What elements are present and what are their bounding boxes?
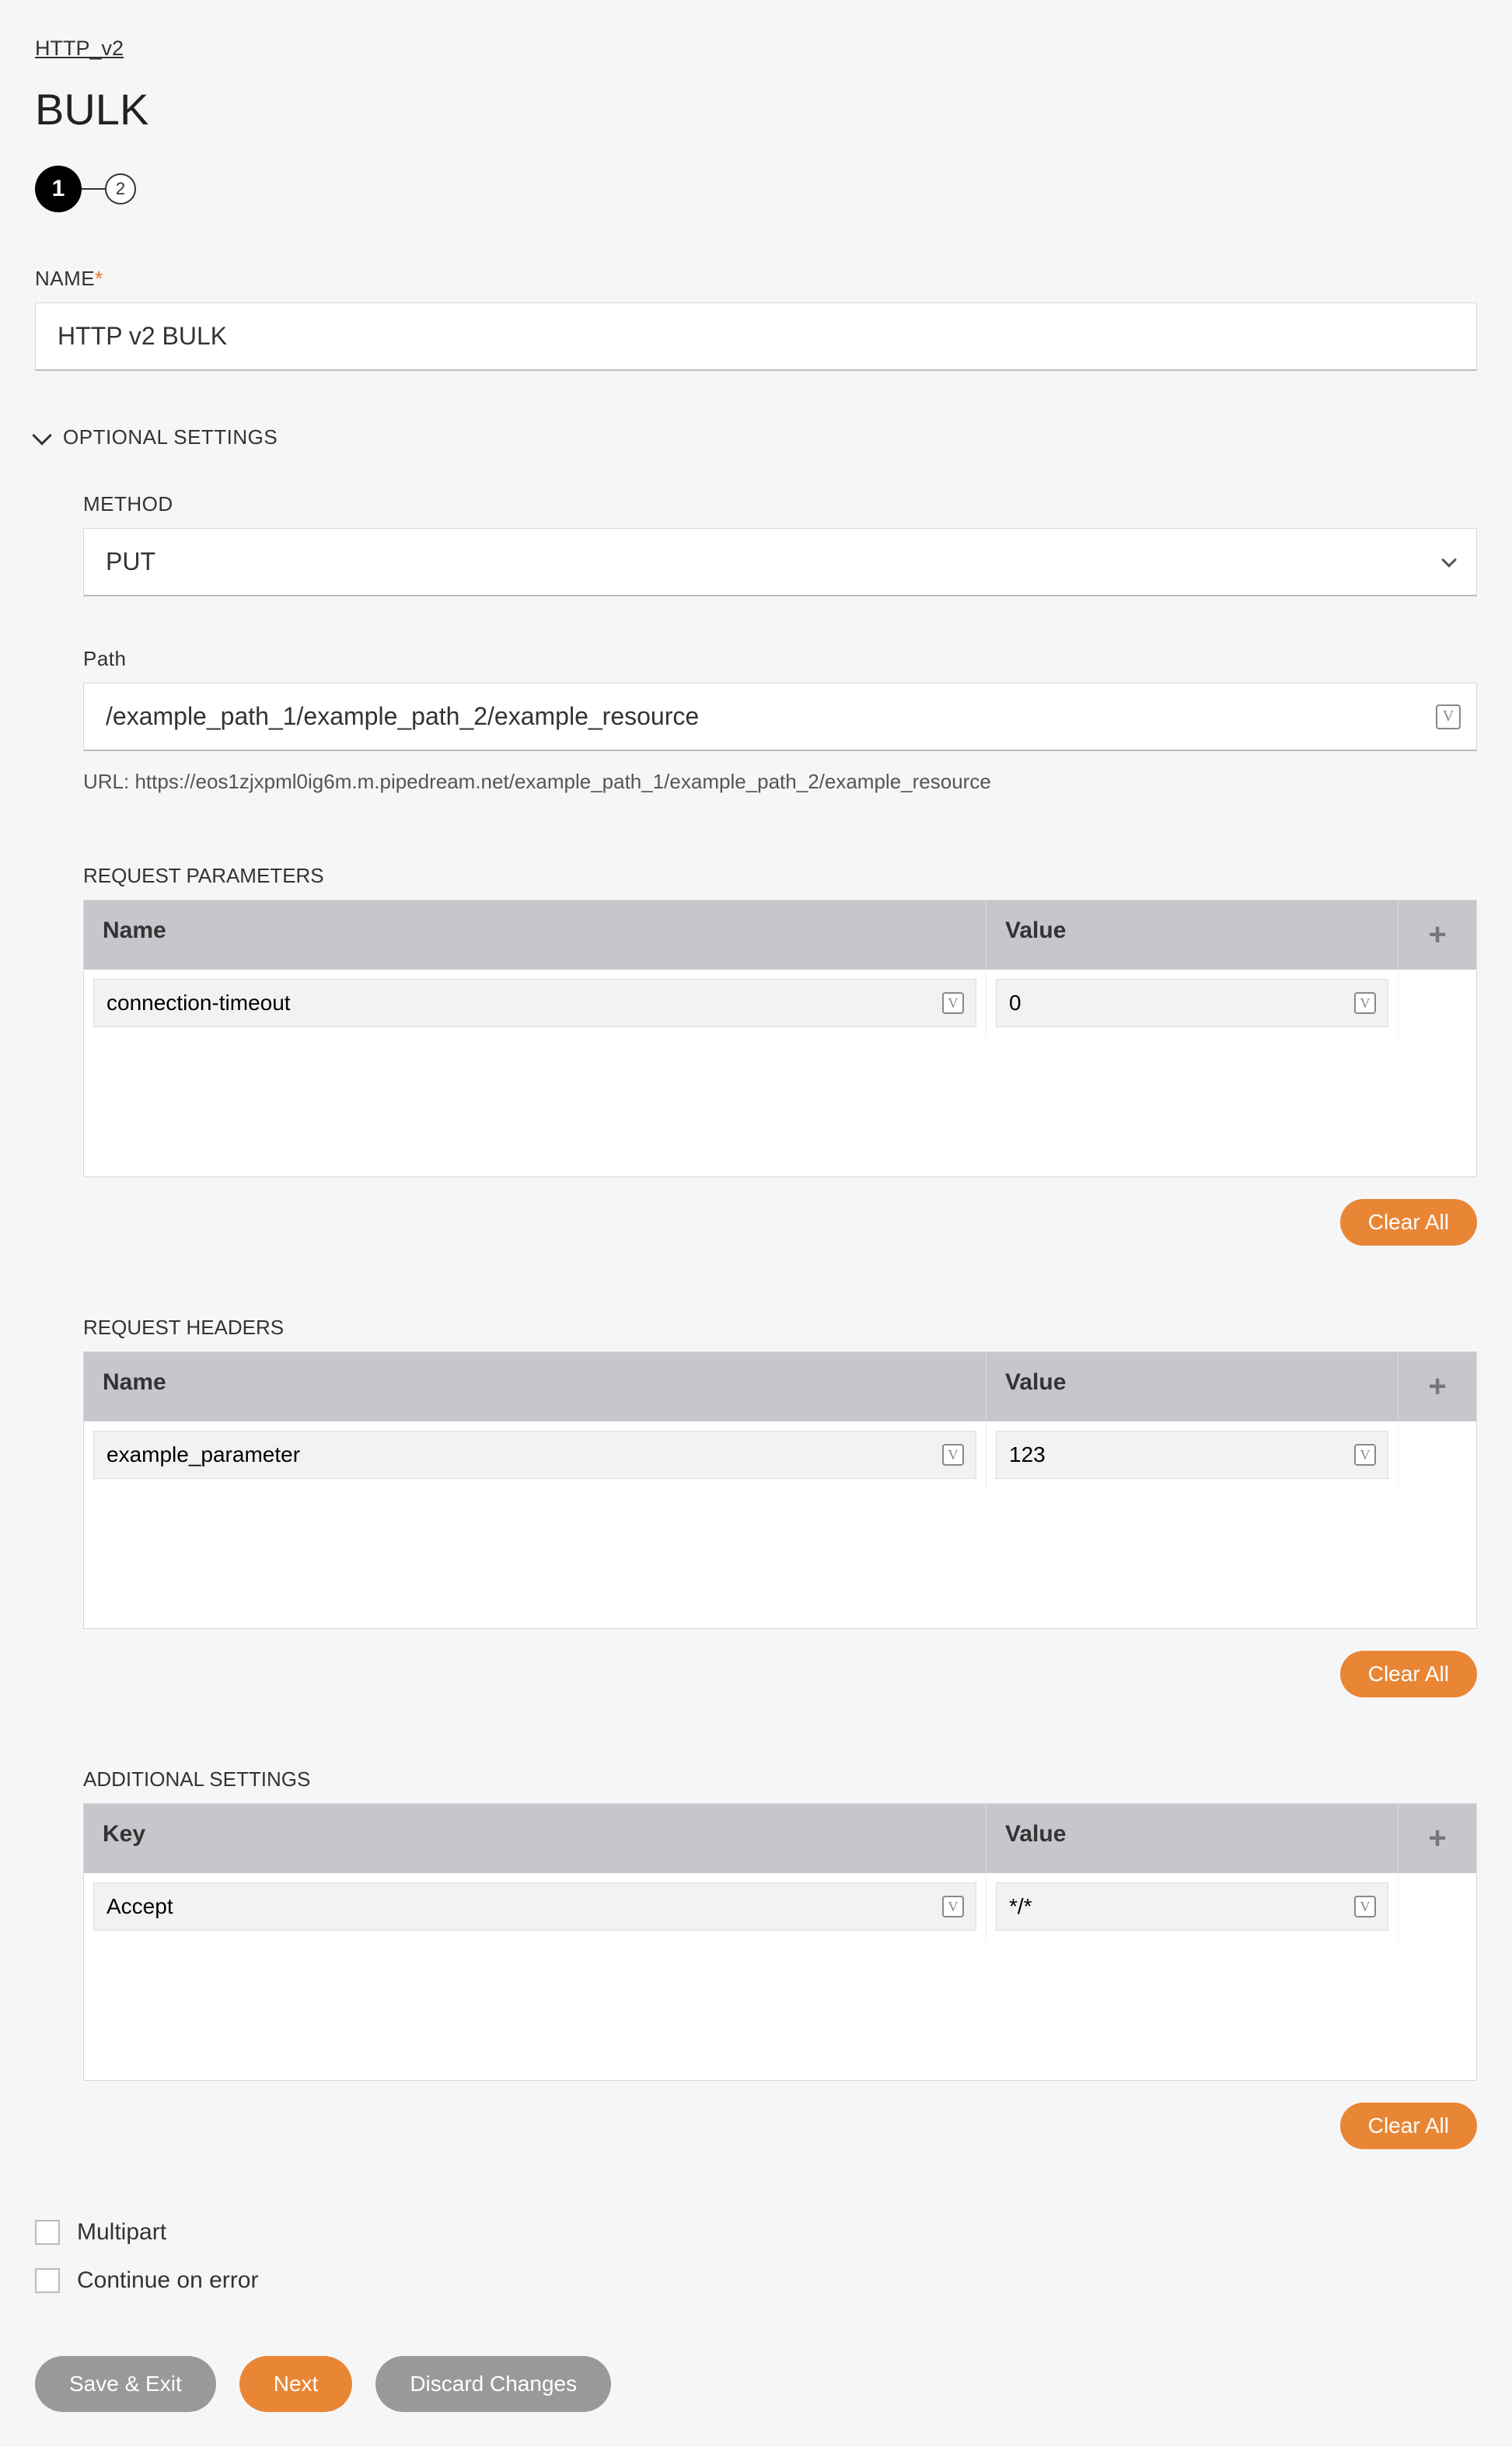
method-value: PUT	[106, 547, 155, 576]
additional-add-row[interactable]: +	[1399, 1804, 1476, 1873]
header-value-input[interactable]	[996, 1431, 1388, 1479]
table-row: V V	[84, 970, 1476, 1036]
step-2[interactable]: 2	[105, 173, 136, 204]
additional-col-value: Value	[986, 1804, 1399, 1873]
params-add-row[interactable]: +	[1399, 900, 1476, 970]
multipart-checkbox[interactable]	[35, 2220, 60, 2245]
stepper: 1 2	[35, 166, 1477, 212]
step-1[interactable]: 1	[35, 166, 82, 212]
optional-settings-label: OPTIONAL SETTINGS	[63, 425, 278, 449]
method-label: METHOD	[83, 492, 1477, 516]
additional-clear-all-button[interactable]: Clear All	[1340, 2103, 1477, 2149]
request-params-table: Name Value + V V	[83, 900, 1477, 1177]
param-value-input[interactable]	[996, 979, 1388, 1027]
path-label: Path	[83, 647, 1477, 671]
headers-clear-all-button[interactable]: Clear All	[1340, 1651, 1477, 1697]
save-exit-button[interactable]: Save & Exit	[35, 2356, 216, 2412]
chevron-down-icon	[1441, 552, 1457, 568]
url-hint: URL: https://eos1zjxpml0ig6m.m.pipedream…	[83, 770, 1477, 794]
params-row-action[interactable]	[1399, 970, 1476, 1036]
params-col-value: Value	[986, 900, 1399, 970]
headers-col-name: Name	[84, 1352, 986, 1421]
variable-icon[interactable]: V	[942, 1896, 964, 1917]
header-name-input[interactable]	[93, 1431, 976, 1479]
path-input[interactable]: /example_path_1/example_path_2/example_r…	[83, 683, 1477, 751]
table-empty-space	[84, 1488, 1476, 1628]
variable-icon[interactable]: V	[942, 992, 964, 1014]
additional-key-input[interactable]	[93, 1882, 976, 1931]
variable-icon[interactable]: V	[1354, 992, 1376, 1014]
additional-value-input[interactable]	[996, 1882, 1388, 1931]
continue-on-error-label: Continue on error	[77, 2267, 258, 2294]
variable-icon[interactable]: V	[1436, 704, 1461, 729]
page-title: BULK	[35, 84, 1477, 135]
continue-on-error-checkbox[interactable]	[35, 2268, 60, 2293]
variable-icon[interactable]: V	[942, 1444, 964, 1466]
table-row: V V	[84, 1421, 1476, 1488]
breadcrumb-link[interactable]: HTTP_v2	[35, 37, 124, 61]
variable-icon[interactable]: V	[1354, 1444, 1376, 1466]
request-headers-label: REQUEST HEADERS	[83, 1316, 1477, 1340]
table-empty-space	[84, 1036, 1476, 1176]
request-headers-table: Name Value + V V	[83, 1351, 1477, 1629]
additional-settings-label: ADDITIONAL SETTINGS	[83, 1767, 1477, 1792]
params-clear-all-button[interactable]: Clear All	[1340, 1199, 1477, 1246]
headers-col-value: Value	[986, 1352, 1399, 1421]
name-label: NAME*	[35, 267, 1477, 291]
path-value: /example_path_1/example_path_2/example_r…	[106, 702, 699, 730]
headers-row-action[interactable]	[1399, 1421, 1476, 1488]
step-connector	[82, 188, 105, 190]
additional-settings-table: Key Value + V V	[83, 1803, 1477, 2081]
request-params-label: REQUEST PARAMETERS	[83, 864, 1477, 888]
params-col-name: Name	[84, 900, 986, 970]
additional-row-action[interactable]	[1399, 1873, 1476, 1940]
param-name-input[interactable]	[93, 979, 976, 1027]
next-button[interactable]: Next	[239, 2356, 353, 2412]
optional-settings-toggle[interactable]: OPTIONAL SETTINGS	[35, 425, 1477, 449]
variable-icon[interactable]: V	[1354, 1896, 1376, 1917]
additional-col-key: Key	[84, 1804, 986, 1873]
discard-changes-button[interactable]: Discard Changes	[375, 2356, 611, 2412]
method-select[interactable]: PUT	[83, 528, 1477, 596]
multipart-label: Multipart	[77, 2219, 166, 2246]
chevron-down-icon	[32, 425, 51, 445]
table-row: V V	[84, 1873, 1476, 1940]
headers-add-row[interactable]: +	[1399, 1352, 1476, 1421]
name-input[interactable]	[35, 302, 1477, 371]
table-empty-space	[84, 1940, 1476, 2080]
